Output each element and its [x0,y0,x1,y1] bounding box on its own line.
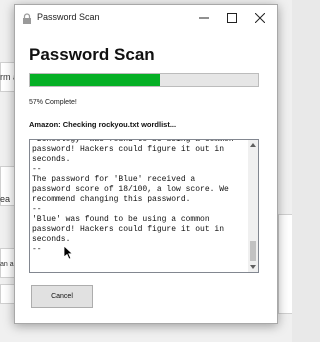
lock-icon [21,12,33,24]
maximize-icon[interactable] [219,5,245,31]
log-line: seconds. [32,155,71,164]
log-line: recommend changing this password. [32,195,191,204]
log-line: 'Blue' was found to be using a common [32,215,210,224]
log-scrollbar[interactable] [248,140,258,272]
log-line: The password for 'Blue' received a [32,175,196,184]
cancel-button[interactable]: Cancel [31,285,93,308]
background-field [0,284,15,304]
log-line: password! Hackers could figure it out in [32,225,225,234]
scan-log-text: 'Schoology' was found to be using a comm… [32,140,246,255]
log-line: password score of 18/100, a low score. W… [32,185,229,194]
background-text: ea [0,194,11,204]
status-text: Amazon: Checking rockyou.txt wordlist... [29,120,177,129]
progress-bar [29,73,259,87]
minimize-icon[interactable] [191,5,217,31]
background-panel [278,214,292,314]
title-bar[interactable]: Password Scan [15,5,277,31]
log-line: password! Hackers could figure it out in [32,145,225,154]
page-title: Password Scan [29,45,155,64]
mouse-cursor-icon [63,245,74,265]
scroll-up-icon[interactable] [248,140,258,150]
progress-text: 57% Complete! [29,99,77,106]
background-text: an a [0,261,14,268]
progress-fill [30,74,160,86]
scroll-down-icon[interactable] [248,262,258,272]
log-line: seconds. [32,235,71,244]
window-title: Password Scan [37,12,100,22]
log-line: -- [32,205,42,214]
close-icon[interactable] [247,5,273,31]
log-line: -- [32,165,42,174]
password-scan-window: Password Scan Password Scan 57% Complete… [14,4,278,324]
scroll-thumb[interactable] [250,241,256,261]
